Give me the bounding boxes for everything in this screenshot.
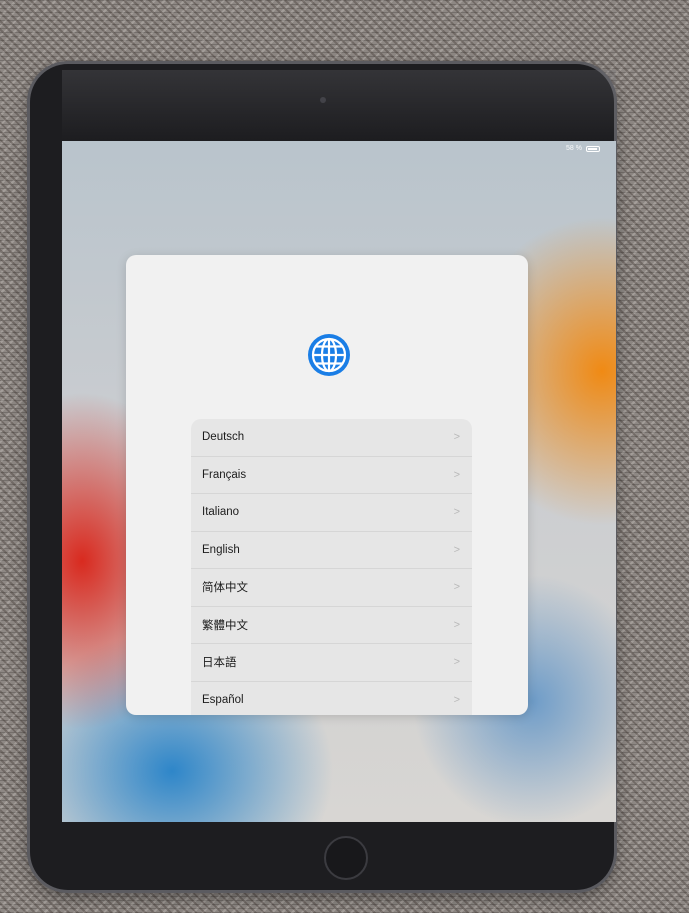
chevron-right-icon: > [453, 468, 460, 481]
language-item-francais[interactable]: Français > [191, 457, 472, 494]
language-item-deutsch[interactable]: Deutsch > [191, 419, 472, 457]
chevron-right-icon: > [453, 543, 460, 556]
chevron-right-icon: > [453, 506, 460, 519]
language-item-traditional-chinese[interactable]: 繁體中文 > [191, 607, 472, 644]
language-item-italiano[interactable]: Italiano > [191, 494, 472, 532]
language-label: Français [202, 468, 247, 481]
language-label: 日本語 [202, 657, 237, 670]
language-label: Español [202, 693, 244, 706]
language-label: Italiano [202, 506, 240, 519]
home-button[interactable] [324, 836, 368, 880]
language-item-espanol[interactable]: Español > [191, 682, 472, 716]
language-item-japanese[interactable]: 日本語 > [191, 644, 472, 682]
battery-icon [586, 146, 600, 152]
language-item-english[interactable]: English > [191, 532, 472, 569]
battery-percentage: 58 % [566, 145, 582, 152]
language-label: Deutsch [202, 431, 245, 444]
language-item-simplified-chinese[interactable]: 简体中文 > [191, 569, 472, 607]
language-label: 繁體中文 [202, 619, 248, 632]
chevron-right-icon: > [453, 618, 460, 631]
screen-glare [62, 70, 616, 140]
chevron-right-icon: > [453, 581, 460, 594]
ipad-screen: 58 % Deutsch > Français > Italiano > Eng… [62, 141, 616, 822]
chevron-right-icon: > [453, 431, 460, 444]
language-label: English [202, 543, 240, 556]
language-setup-panel: Deutsch > Français > Italiano > English … [126, 255, 528, 715]
globe-icon [308, 334, 350, 376]
chevron-right-icon: > [453, 656, 460, 669]
language-label: 简体中文 [202, 582, 248, 595]
language-list[interactable]: Deutsch > Français > Italiano > English … [191, 419, 472, 715]
chevron-right-icon: > [453, 693, 460, 706]
